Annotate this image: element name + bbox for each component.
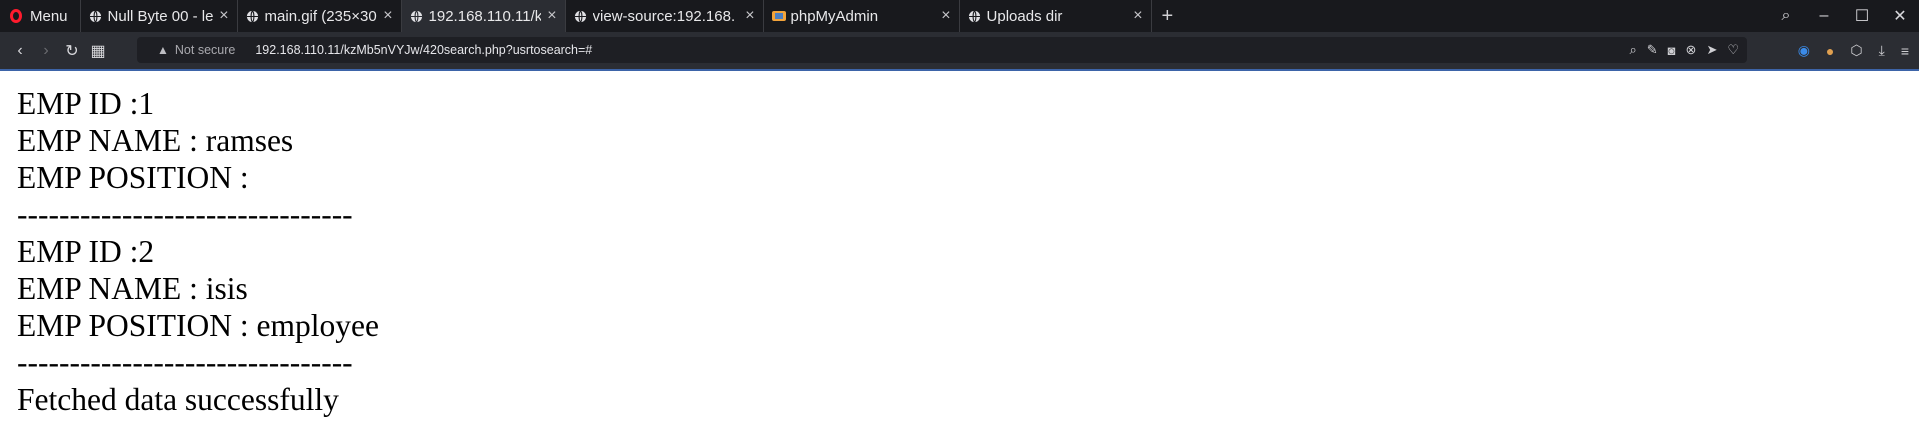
phpmyadmin-icon xyxy=(771,9,786,23)
zoom-icon[interactable]: ⌕ xyxy=(1629,42,1636,58)
maximize-icon[interactable]: ☐ xyxy=(1843,6,1881,26)
extension-icon[interactable]: ◉ xyxy=(1798,42,1810,59)
close-icon[interactable]: × xyxy=(383,7,392,25)
url-text[interactable]: 192.168.110.11/kzMb5nVYJw/420search.php?… xyxy=(255,43,592,57)
tab-title: Uploads dir xyxy=(986,7,1063,25)
tab-bar: Menu Null Byte 00 - level 1 × main.gif (… xyxy=(0,0,1919,32)
globe-icon xyxy=(574,9,588,23)
tab-uploads-dir[interactable]: Uploads dir × xyxy=(958,0,1151,32)
close-icon[interactable]: × xyxy=(547,7,556,25)
warning-icon: ▲ xyxy=(157,43,169,57)
edit-icon[interactable]: ✎ xyxy=(1647,42,1658,58)
tab-phpmyadmin[interactable]: phpMyAdmin × xyxy=(762,0,959,32)
close-window-icon[interactable]: ✕ xyxy=(1881,6,1919,26)
close-icon[interactable]: × xyxy=(745,7,754,25)
globe-icon xyxy=(968,9,982,23)
opera-logo-icon xyxy=(10,9,22,23)
new-tab-button[interactable]: + xyxy=(1150,0,1184,32)
status-message: Fetched data successfully xyxy=(17,382,339,417)
address-bar: ‹ › ↻ ▦ ▲ Not secure 192.168.110.11/kzMb… xyxy=(0,32,1919,71)
camera-icon[interactable]: ◙ xyxy=(1668,43,1676,58)
employee-name-line: EMP NAME : ramses xyxy=(17,123,294,158)
tab-null-byte[interactable]: Null Byte 00 - level 1 × xyxy=(79,0,237,32)
employee-id-line: EMP ID :1 xyxy=(17,86,155,121)
minimize-icon[interactable]: – xyxy=(1805,7,1843,25)
easy-setup-icon[interactable]: ≡ xyxy=(1901,43,1909,59)
back-icon[interactable]: ‹ xyxy=(7,42,33,60)
employee-position-line: EMP POSITION : xyxy=(17,160,249,195)
menu-button[interactable]: Menu xyxy=(0,0,80,32)
employee-position-line: EMP POSITION : employee xyxy=(17,308,379,343)
tiles-icon[interactable]: ▦ xyxy=(85,41,111,61)
tab-title: main.gif (235×302) xyxy=(264,7,378,25)
employee-name-line: EMP NAME : isis xyxy=(17,271,248,306)
tab-title: view-source:192.168. xyxy=(592,7,736,25)
globe-icon xyxy=(410,9,424,23)
close-icon[interactable]: × xyxy=(219,7,228,25)
reload-icon[interactable]: ↻ xyxy=(59,41,85,61)
heart-icon[interactable]: ♡ xyxy=(1727,42,1739,58)
tab-title: 192.168.110.11/kzMb5 xyxy=(428,7,542,25)
page-content: EMP ID :1 EMP NAME : ramses EMP POSITION… xyxy=(0,71,1919,432)
cube-icon[interactable]: ⬡ xyxy=(1850,42,1862,59)
window-controls: ⌕ – ☐ ✕ xyxy=(1767,0,1919,32)
employee-id-line: EMP ID :2 xyxy=(17,234,155,269)
url-field[interactable]: ▲ Not secure 192.168.110.11/kzMb5nVYJw/4… xyxy=(137,37,1747,63)
extensions-bar: ◉ ● ⬡ ⤓ ≡ xyxy=(1798,32,1909,69)
search-tabs-icon[interactable]: ⌕ xyxy=(1767,7,1805,25)
separator-line: -------------------------------- xyxy=(17,345,353,380)
cookie-icon[interactable]: ● xyxy=(1826,43,1834,59)
adblock-icon[interactable]: ⊗ xyxy=(1686,42,1697,58)
url-actions: ⌕ ✎ ◙ ⊗ ➤ ♡ xyxy=(1629,37,1739,63)
close-icon[interactable]: × xyxy=(941,7,950,25)
download-icon[interactable]: ⤓ xyxy=(1879,42,1885,59)
menu-label: Menu xyxy=(30,7,68,25)
tab-title: phpMyAdmin xyxy=(790,7,879,25)
send-icon[interactable]: ➤ xyxy=(1706,42,1717,58)
tab-view-source[interactable]: view-source:192.168. × xyxy=(564,0,763,32)
tab-search-active[interactable]: 192.168.110.11/kzMb5 × xyxy=(400,0,565,32)
globe-icon xyxy=(89,9,103,23)
tab-main-gif[interactable]: main.gif (235×302) × xyxy=(236,0,401,32)
security-label: Not secure xyxy=(174,43,236,57)
separator-line: -------------------------------- xyxy=(17,197,353,232)
forward-icon[interactable]: › xyxy=(33,42,59,60)
close-icon[interactable]: × xyxy=(1133,7,1142,25)
tab-title: Null Byte 00 - level 1 xyxy=(107,7,214,25)
globe-icon xyxy=(246,9,260,23)
